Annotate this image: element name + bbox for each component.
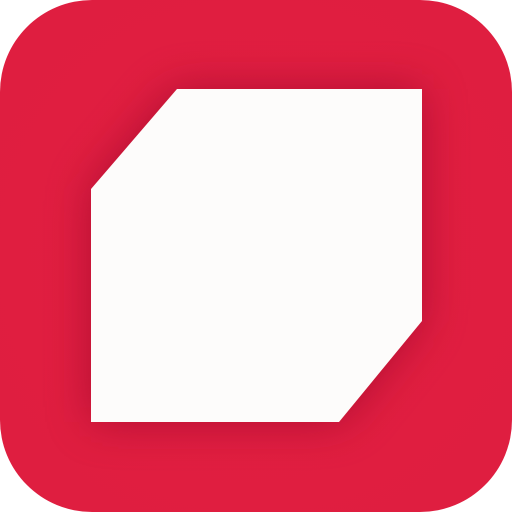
app-icon-graphic: [0, 0, 512, 512]
chamfered-square-icon: [91, 89, 422, 422]
app-icon: [0, 0, 512, 512]
